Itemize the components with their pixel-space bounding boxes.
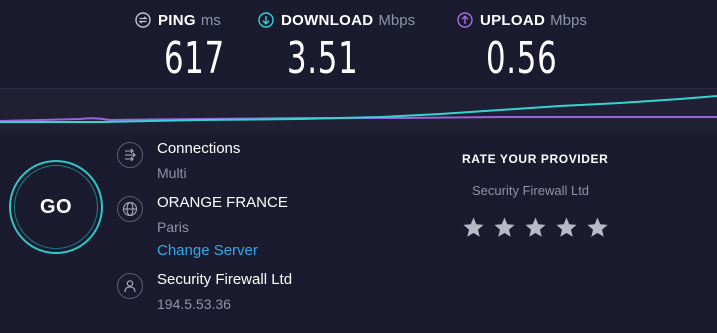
ping-label: PING xyxy=(158,11,196,29)
ping-unit: ms xyxy=(200,11,221,29)
upload-value: 0.56 xyxy=(486,33,558,84)
isp-name: Security Firewall Ltd xyxy=(157,271,293,288)
rating-stars xyxy=(462,216,617,239)
ping-header: PING ms xyxy=(135,10,221,30)
server-name: ORANGE FRANCE xyxy=(157,194,288,211)
download-metric: DOWNLOAD Mbps 3.51 xyxy=(258,10,415,84)
upload-metric: UPLOAD Mbps 0.56 xyxy=(457,10,587,84)
connections-icon xyxy=(117,142,143,168)
server-location: Paris xyxy=(157,219,189,235)
connections-title: Connections xyxy=(157,140,241,157)
star-icon[interactable] xyxy=(493,216,516,239)
go-button-label: GO xyxy=(39,195,73,218)
download-value: 3.51 xyxy=(287,33,359,84)
upload-header: UPLOAD Mbps xyxy=(457,10,587,30)
speed-graph xyxy=(0,88,717,133)
connections-value: Multi xyxy=(157,165,187,181)
download-unit: Mbps xyxy=(378,11,416,29)
globe-icon xyxy=(117,196,143,222)
star-icon[interactable] xyxy=(524,216,547,239)
change-server-link[interactable]: Change Server xyxy=(157,242,258,259)
upload-unit: Mbps xyxy=(550,11,587,29)
rate-provider-name: Security Firewall Ltd xyxy=(472,183,590,198)
download-label: DOWNLOAD xyxy=(281,11,374,29)
rate-provider-title: RATE YOUR PROVIDER xyxy=(462,152,609,166)
download-header: DOWNLOAD Mbps xyxy=(258,10,415,30)
ping-value: 617 xyxy=(164,33,225,84)
star-icon[interactable] xyxy=(586,216,609,239)
upload-label: UPLOAD xyxy=(480,11,546,29)
ping-icon xyxy=(135,12,151,28)
star-icon[interactable] xyxy=(555,216,578,239)
ping-metric: PING ms 617 xyxy=(135,10,224,84)
graph-background xyxy=(0,88,717,133)
go-button-inner: GO xyxy=(14,165,98,249)
go-button[interactable]: GO xyxy=(9,160,103,254)
upload-arrow-icon xyxy=(457,12,473,28)
user-icon xyxy=(117,273,143,299)
star-icon[interactable] xyxy=(462,216,485,239)
download-arrow-icon xyxy=(258,12,274,28)
isp-ip-address: 194.5.53.36 xyxy=(157,296,231,312)
